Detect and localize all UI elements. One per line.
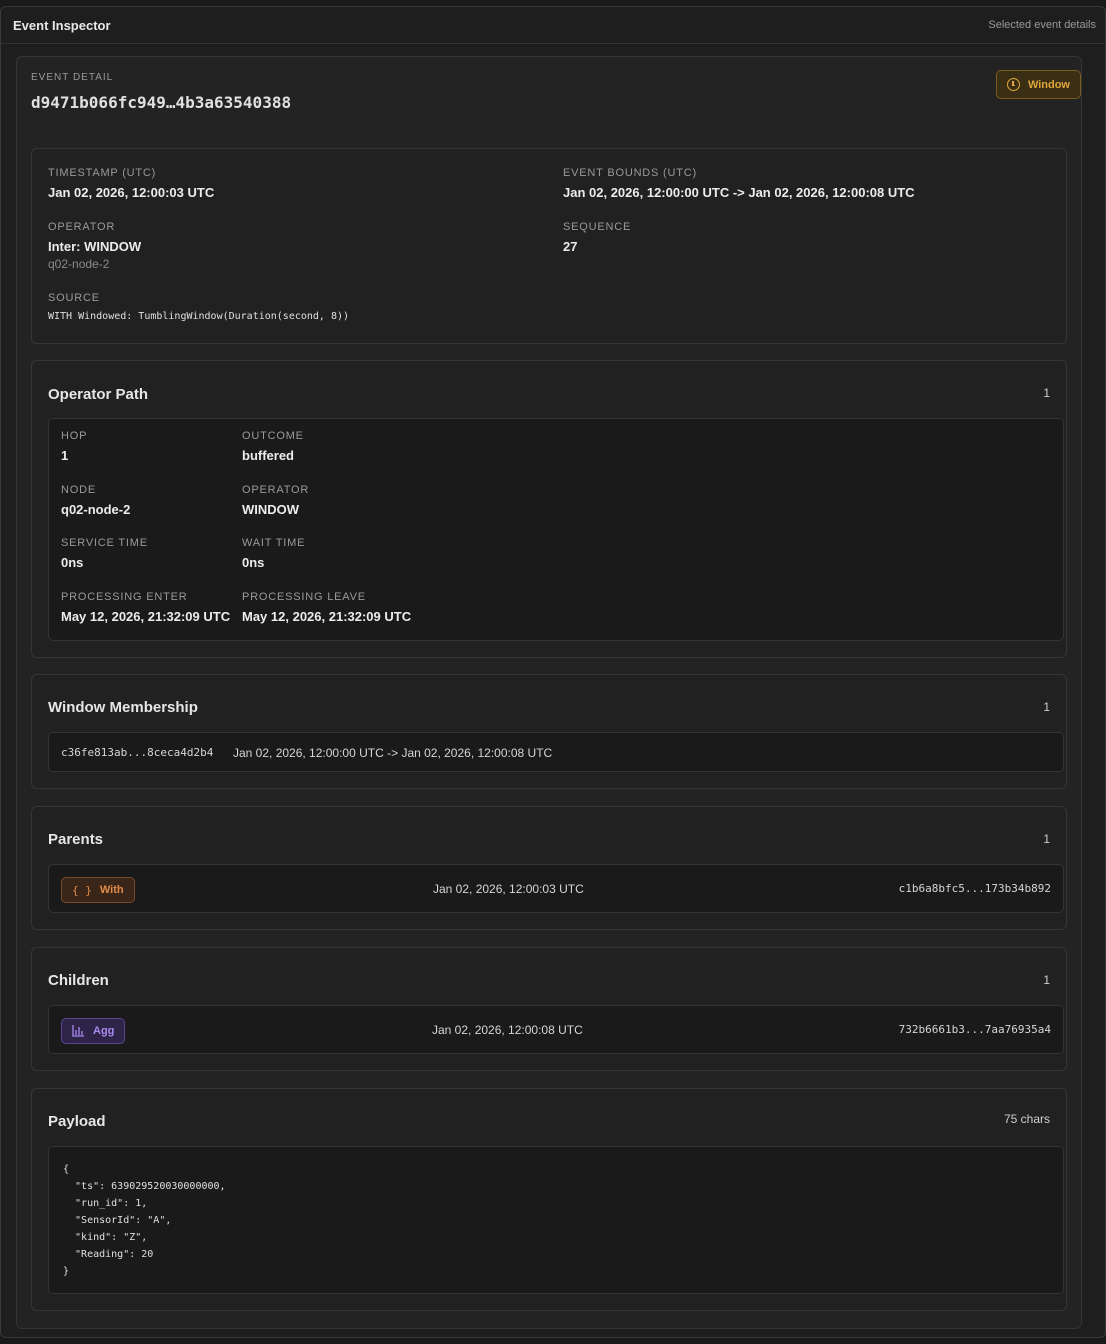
parents-title: Parents (48, 831, 104, 848)
hop-operator-label: OPERATOR (242, 484, 310, 496)
outcome-field: OUTCOME buffered (242, 430, 304, 463)
outcome-value: buffered (242, 448, 294, 463)
braces-icon: { } (72, 883, 92, 897)
hop-value: 1 (61, 448, 69, 463)
children-count: 1 (1043, 973, 1050, 987)
node-label: NODE (61, 484, 96, 496)
panel-header: Event Inspector Selected event details (1, 7, 1105, 44)
sequence-label: SEQUENCE (563, 221, 632, 233)
payload-section: Payload 75 chars { "ts": 639029520030000… (31, 1088, 1067, 1311)
child-row[interactable]: Agg Jan 02, 2026, 12:00:08 UTC 732b6661b… (48, 1005, 1064, 1054)
parent-id: c1b6a8bfc5...173b34b892 (898, 882, 1051, 895)
window-membership-title: Window Membership (48, 699, 198, 716)
hop-field: HOP 1 (61, 430, 87, 463)
operator-path-section: Operator Path 1 HOP 1 OUTCOME buffered N… (31, 360, 1067, 658)
timestamp-field: TIMESTAMP (UTC) Jan 02, 2026, 12:00:03 U… (48, 167, 214, 200)
source-value: WITH Windowed: TumblingWindow(Duration(s… (48, 311, 350, 322)
wait-time-value: 0ns (242, 555, 265, 570)
hop-card: HOP 1 OUTCOME buffered NODE q02-node-2 O… (48, 418, 1064, 641)
parent-time: Jan 02, 2026, 12:00:03 UTC (433, 882, 584, 896)
window-membership-row[interactable]: c36fe813ab...8ceca4d2b4 Jan 02, 2026, 12… (48, 732, 1064, 772)
child-type-label: Agg (93, 1025, 115, 1037)
children-section: Children 1 Agg Jan 02, 2026, 12:00:08 UT… (31, 947, 1067, 1071)
bounds-value: Jan 02, 2026, 12:00:00 UTC -> Jan 02, 20… (563, 185, 915, 200)
hop-operator-field: OPERATOR WINDOW (242, 484, 309, 517)
hop-label: HOP (61, 430, 88, 442)
node-field: NODE q02-node-2 (61, 484, 130, 517)
wait-time-label: WAIT TIME (242, 537, 306, 549)
bounds-label: EVENT BOUNDS (UTC) (563, 167, 697, 179)
parent-type-label: With (99, 884, 124, 896)
event-detail-card: EVENT DETAIL d9471b066fc949…4b3a63540388… (16, 56, 1082, 1329)
child-type-chip: Agg (61, 1018, 126, 1044)
panel-title: Event Inspector (13, 17, 111, 33)
window-id: c36fe813ab...8ceca4d2b4 (61, 746, 214, 759)
children-title: Children (48, 972, 109, 989)
operator-node: q02-node-2 (48, 257, 110, 271)
timestamp-value: Jan 02, 2026, 12:00:03 UTC (48, 185, 215, 200)
event-detail-eyebrow: EVENT DETAIL (31, 72, 114, 83)
operator-label: OPERATOR (48, 221, 116, 233)
processing-enter-label: PROCESSING ENTER (61, 591, 188, 603)
event-inspector-panel: Event Inspector Selected event details E… (0, 6, 1106, 1338)
operator-path-title: Operator Path (48, 386, 149, 403)
operator-field: OPERATOR Inter: WINDOW q02-node-2 (48, 221, 141, 271)
child-time: Jan 02, 2026, 12:00:08 UTC (432, 1023, 583, 1037)
node-value: q02-node-2 (61, 502, 131, 517)
wait-time-field: WAIT TIME 0ns (242, 537, 305, 570)
processing-leave-field: PROCESSING LEAVE May 12, 2026, 21:32:09 … (242, 591, 411, 624)
bounds-field: EVENT BOUNDS (UTC) Jan 02, 2026, 12:00:0… (563, 167, 915, 200)
outcome-label: OUTCOME (242, 430, 304, 442)
sequence-field: SEQUENCE 27 (563, 221, 631, 254)
payload-box[interactable]: { "ts": 639029520030000000, "run_id": 1,… (48, 1146, 1064, 1294)
payload-content: { "ts": 639029520030000000, "run_id": 1,… (63, 1164, 226, 1277)
panel-subtitle: Selected event details (988, 19, 1096, 31)
processing-enter-value: May 12, 2026, 21:32:09 UTC (61, 609, 231, 624)
service-time-field: SERVICE TIME 0ns (61, 537, 148, 570)
processing-leave-value: May 12, 2026, 21:32:09 UTC (242, 609, 412, 624)
source-field: SOURCE WITH Windowed: TumblingWindow(Dur… (48, 292, 349, 322)
parents-count: 1 (1043, 832, 1050, 846)
child-id: 732b6661b3...7aa76935a4 (898, 1023, 1051, 1036)
payload-title: Payload (48, 1113, 106, 1130)
service-time-label: SERVICE TIME (61, 537, 148, 549)
processing-enter-field: PROCESSING ENTER May 12, 2026, 21:32:09 … (61, 591, 230, 624)
event-type-label: Window (1027, 78, 1070, 91)
event-id[interactable]: d9471b066fc949…4b3a63540388 (31, 93, 291, 112)
operator-path-count: 1 (1043, 386, 1050, 400)
operator-value: Inter: WINDOW (48, 239, 142, 254)
event-type-badge: Window (995, 70, 1081, 99)
processing-leave-label: PROCESSING LEAVE (242, 591, 366, 603)
clock-icon (1006, 78, 1020, 91)
source-label: SOURCE (48, 292, 100, 304)
parent-type-chip: { } With (61, 877, 135, 903)
bar-chart-icon (72, 1025, 84, 1037)
sequence-value: 27 (563, 239, 578, 254)
payload-char-count: 75 chars (1003, 1112, 1050, 1126)
parent-row[interactable]: { } With Jan 02, 2026, 12:00:03 UTC c1b6… (48, 864, 1064, 913)
summary-section: TIMESTAMP (UTC) Jan 02, 2026, 12:00:03 U… (31, 148, 1067, 344)
window-membership-section: Window Membership 1 c36fe813ab...8ceca4d… (31, 674, 1067, 789)
parents-section: Parents 1 { } With Jan 02, 2026, 12:00:0… (31, 806, 1067, 930)
window-range: Jan 02, 2026, 12:00:00 UTC -> Jan 02, 20… (233, 746, 553, 760)
window-membership-count: 1 (1043, 700, 1050, 714)
timestamp-label: TIMESTAMP (UTC) (48, 167, 157, 179)
service-time-value: 0ns (61, 555, 84, 570)
hop-operator-value: WINDOW (242, 502, 300, 517)
